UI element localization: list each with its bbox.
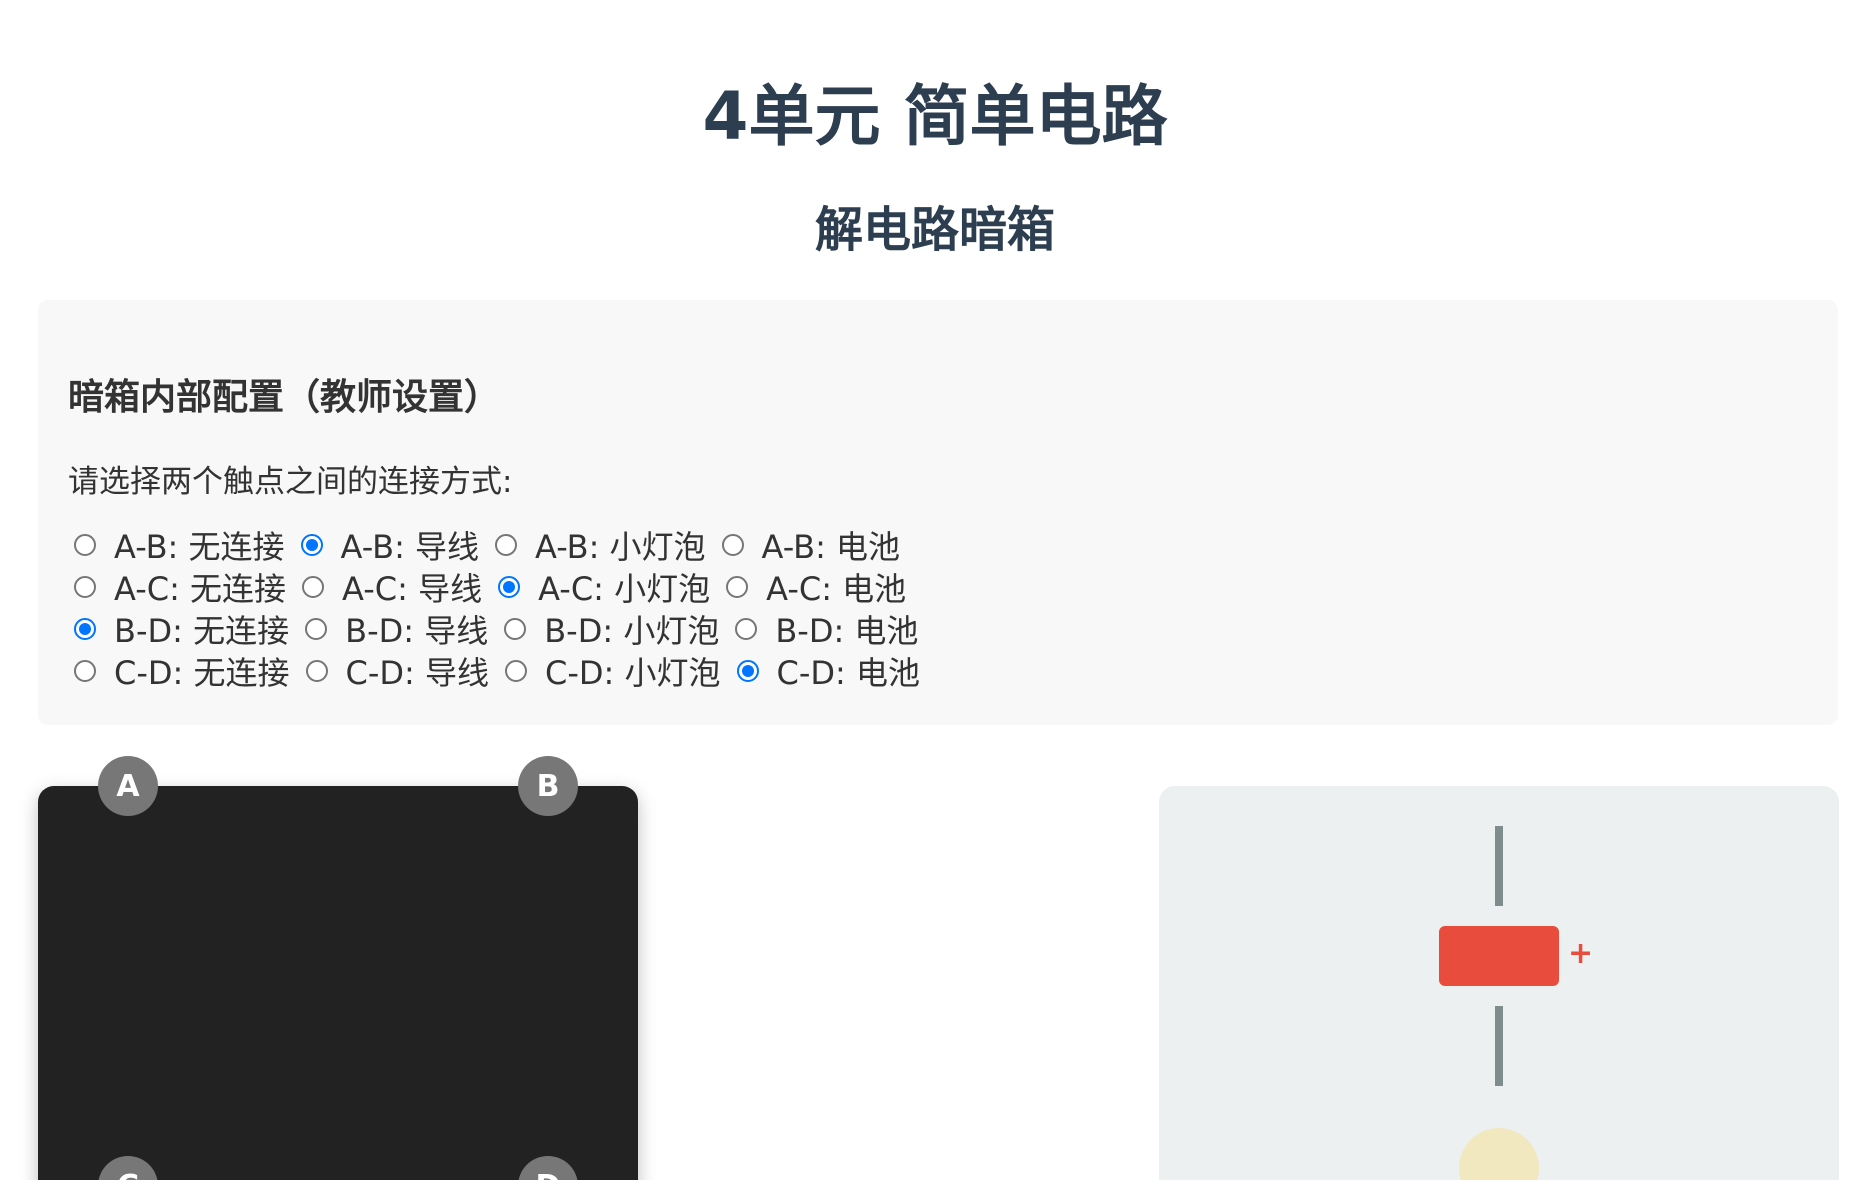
config-instruction: 请选择两个触点之间的连接方式:	[68, 464, 513, 500]
option-label: A-C: 导线	[342, 570, 483, 608]
radio-c-d-none[interactable]	[74, 660, 96, 682]
option-label: A-B: 无连接	[114, 528, 285, 566]
radio-b-d-battery[interactable]	[735, 618, 758, 640]
radio-c-d-battery[interactable]	[736, 660, 759, 682]
radio-b-d-wire[interactable]	[305, 618, 328, 640]
radio-a-c-battery[interactable]	[726, 576, 749, 598]
option-label: A-C: 小灯泡	[538, 570, 711, 608]
radio-b-d-none[interactable]	[74, 618, 96, 640]
radio-a-b-none[interactable]	[74, 534, 96, 556]
terminal-a[interactable]: A	[98, 756, 158, 816]
option-label: C-D: 导线	[345, 654, 490, 692]
option-b-d-wire[interactable]: B-D: 导线	[305, 606, 488, 652]
option-label: A-B: 电池	[761, 528, 901, 566]
option-a-c-wire[interactable]: A-C: 导线	[302, 564, 482, 610]
page-title: 4单元 简单电路	[702, 78, 1168, 155]
radio-a-b-wire[interactable]	[300, 534, 323, 556]
radio-a-b-bulb[interactable]	[495, 534, 518, 556]
option-label: A-C: 电池	[766, 570, 907, 608]
option-c-d-bulb[interactable]: C-D: 小灯泡	[505, 648, 721, 694]
terminal-b[interactable]: B	[518, 756, 578, 816]
option-row-b-d: B-D: 无连接 B-D: 导线 B-D: 小灯泡 B-D: 电池	[74, 608, 936, 650]
option-a-b-bulb[interactable]: A-B: 小灯泡	[495, 522, 706, 568]
option-label: B-D: 无连接	[114, 612, 290, 650]
option-b-d-bulb[interactable]: B-D: 小灯泡	[504, 606, 719, 652]
circuit-black-box	[38, 786, 638, 1180]
option-c-d-battery[interactable]: C-D: 电池	[736, 648, 921, 694]
option-row-a-b: A-B: 无连接 A-B: 导线 A-B: 小灯泡 A-B: 电池	[74, 524, 936, 566]
option-label: B-D: 小灯泡	[544, 612, 720, 650]
bulb-icon	[1459, 1128, 1539, 1180]
option-label: A-B: 导线	[340, 528, 480, 566]
option-label: A-C: 无连接	[114, 570, 287, 608]
option-a-b-none[interactable]: A-B: 无连接	[74, 522, 285, 568]
connection-options: A-B: 无连接 A-B: 导线 A-B: 小灯泡 A-B: 电池 A-C: 无…	[74, 524, 936, 692]
config-heading: 暗箱内部配置（教师设置）	[68, 377, 501, 418]
tester-wire-bottom[interactable]	[1495, 1006, 1503, 1086]
option-a-c-battery[interactable]: A-C: 电池	[726, 564, 906, 610]
option-row-c-d: C-D: 无连接 C-D: 导线 C-D: 小灯泡 C-D: 电池	[74, 650, 936, 692]
option-a-b-wire[interactable]: A-B: 导线	[300, 522, 480, 568]
option-a-c-none[interactable]: A-C: 无连接	[74, 564, 286, 610]
battery-plus-label: +	[1568, 936, 1594, 971]
option-label: C-D: 无连接	[114, 654, 290, 692]
option-b-d-none[interactable]: B-D: 无连接	[74, 606, 289, 652]
radio-a-c-bulb[interactable]	[498, 576, 521, 598]
option-label: C-D: 电池	[776, 654, 921, 692]
config-panel: 暗箱内部配置（教师设置） 请选择两个触点之间的连接方式: A-B: 无连接 A-…	[38, 300, 1838, 725]
tester-wire-top[interactable]	[1495, 826, 1503, 906]
option-label: B-D: 导线	[345, 612, 489, 650]
radio-c-d-wire[interactable]	[305, 660, 328, 682]
radio-b-d-bulb[interactable]	[504, 618, 527, 640]
option-a-c-bulb[interactable]: A-C: 小灯泡	[498, 564, 710, 610]
page-subtitle: 解电路暗箱	[814, 202, 1055, 258]
option-label: C-D: 小灯泡	[545, 654, 721, 692]
radio-a-b-battery[interactable]	[721, 534, 744, 556]
page: 4单元 简单电路 解电路暗箱 暗箱内部配置（教师设置） 请选择两个触点之间的连接…	[0, 0, 1870, 1180]
tester-panel: +	[1159, 786, 1839, 1180]
battery-icon	[1439, 926, 1559, 986]
option-b-d-battery[interactable]: B-D: 电池	[735, 606, 918, 652]
radio-a-c-wire[interactable]	[302, 576, 325, 598]
option-c-d-wire[interactable]: C-D: 导线	[305, 648, 490, 694]
option-label: A-B: 小灯泡	[535, 528, 706, 566]
option-label: B-D: 电池	[775, 612, 919, 650]
option-row-a-c: A-C: 无连接 A-C: 导线 A-C: 小灯泡 A-C: 电池	[74, 566, 936, 608]
option-c-d-none[interactable]: C-D: 无连接	[74, 648, 290, 694]
radio-c-d-bulb[interactable]	[505, 660, 527, 682]
option-a-b-battery[interactable]: A-B: 电池	[721, 522, 901, 568]
radio-a-c-none[interactable]	[74, 576, 96, 598]
